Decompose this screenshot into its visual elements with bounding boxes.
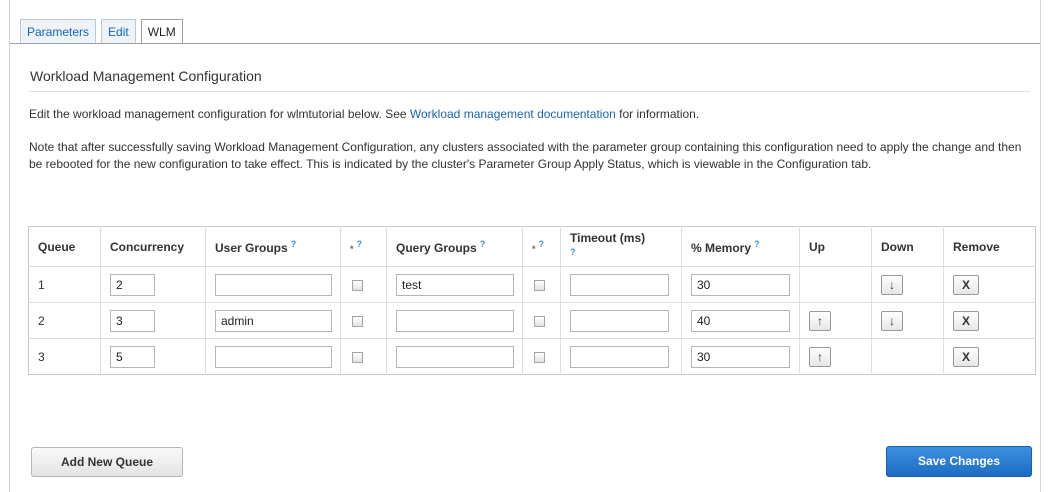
header-user-groups: User Groups? [205,226,341,267]
header-remove: Remove [943,226,1036,267]
header-down: Down [871,226,944,267]
user-groups-wildcard-checkbox[interactable] [352,315,363,327]
remove-queue-button[interactable]: X [953,346,979,367]
move-up-button[interactable]: ↑ [809,310,831,331]
tab-wlm[interactable]: WLM [140,19,183,44]
table-row: 3 ↑ X [28,338,1036,375]
concurrency-input[interactable] [110,309,155,332]
add-new-queue-button[interactable]: Add New Queue [31,447,183,477]
memory-input[interactable] [691,309,790,332]
move-up-button[interactable]: ↑ [809,346,831,367]
query-groups-wildcard-checkbox[interactable] [534,351,545,363]
move-down-button[interactable]: ↓ [881,274,903,295]
header-query-groups: Query Groups? [386,226,523,267]
help-icon[interactable]: ? [570,247,576,257]
queue-number: 1 [28,266,101,303]
save-changes-button[interactable]: Save Changes [886,446,1032,477]
move-down-button[interactable]: ↓ [881,310,903,331]
header-up: Up [799,226,872,267]
user-groups-wildcard-checkbox[interactable] [352,279,363,291]
tab-parameters[interactable]: Parameters [20,19,97,43]
header-timeout: Timeout (ms)? [560,226,682,267]
concurrency-input[interactable] [110,273,155,296]
query-groups-input[interactable] [396,273,514,296]
query-groups-wildcard-checkbox[interactable] [534,315,545,327]
tab-bar: Parameters Edit WLM [20,19,188,44]
tab-edit[interactable]: Edit [101,19,136,43]
help-icon[interactable]: ? [357,239,363,249]
timeout-input[interactable] [570,273,669,296]
header-user-groups-wildcard: *? [340,226,387,267]
header-memory: % Memory? [681,226,800,267]
down-cell-empty [871,338,944,375]
header-queue: Queue [28,226,101,267]
intro-before: Edit the workload management configurati… [29,107,407,121]
help-icon[interactable]: ? [480,239,486,249]
concurrency-input[interactable] [110,345,155,368]
user-groups-wildcard-checkbox[interactable] [352,351,363,363]
wlm-documentation-link[interactable]: Workload management documentation [410,107,616,121]
help-icon[interactable]: ? [539,239,545,249]
title-divider [28,91,1030,92]
apply-note: Note that after successfully saving Work… [29,140,1022,171]
wlm-queue-table: Queue Concurrency User Groups? *? Query … [28,226,1036,375]
memory-input[interactable] [691,345,790,368]
user-groups-input[interactable] [215,309,332,332]
query-groups-wildcard-checkbox[interactable] [534,279,545,291]
help-icon[interactable]: ? [754,239,760,249]
query-groups-input[interactable] [396,309,514,332]
remove-queue-button[interactable]: X [953,274,979,295]
user-groups-input[interactable] [215,273,332,296]
up-cell-empty [799,266,872,303]
query-groups-input[interactable] [396,345,514,368]
user-groups-input[interactable] [215,345,332,368]
remove-queue-button[interactable]: X [953,310,979,331]
table-row: 1 ↓ X [28,266,1036,303]
intro-text: Edit the workload management configurati… [29,107,699,121]
queue-number: 3 [28,338,101,375]
timeout-input[interactable] [570,309,669,332]
queue-number: 2 [28,302,101,339]
section-title: Workload Management Configuration [30,68,262,84]
intro-after: for information. [619,107,700,121]
header-query-groups-wildcard: *? [522,226,561,267]
table-header-row: Queue Concurrency User Groups? *? Query … [28,226,1036,267]
memory-input[interactable] [691,273,790,296]
help-icon[interactable]: ? [291,239,297,249]
timeout-input[interactable] [570,345,669,368]
tab-underline [10,43,1040,44]
header-concurrency: Concurrency [100,226,206,267]
table-row: 2 ↑ ↓ X [28,302,1036,339]
